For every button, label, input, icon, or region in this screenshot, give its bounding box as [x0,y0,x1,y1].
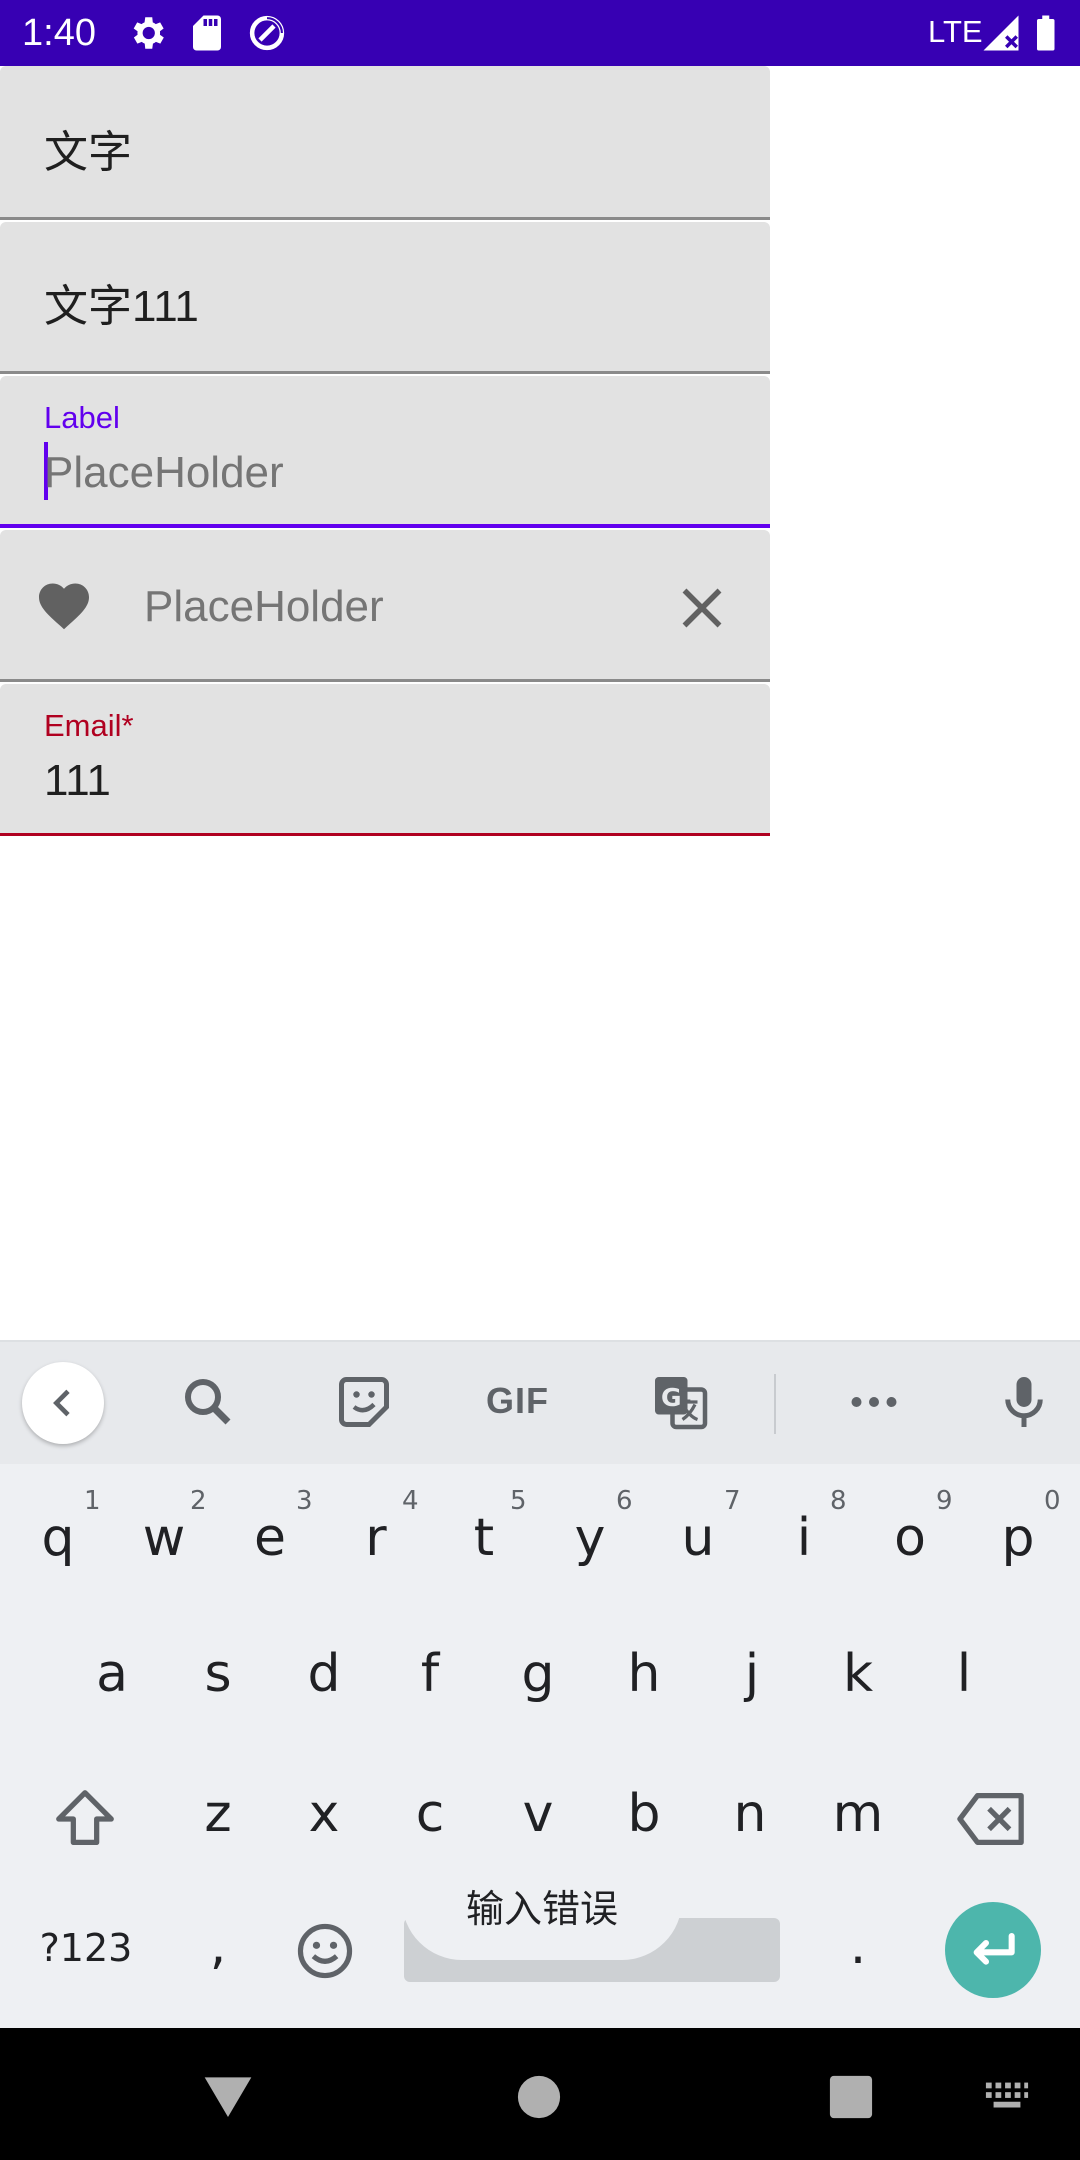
text-field-1[interactable]: 文字 [0,66,770,220]
key-r[interactable]: r [326,1508,426,1568]
key-w[interactable]: w [114,1508,214,1568]
key-i-hint: 8 [830,1486,847,1516]
key-e[interactable]: e [220,1508,320,1568]
key-n[interactable]: n [700,1784,800,1844]
key-a[interactable]: a [62,1644,162,1704]
toolbar-divider [774,1374,776,1434]
key-q[interactable]: q [8,1508,108,1568]
heart-icon [39,583,89,630]
key-w-hint: 2 [190,1486,207,1516]
home-nav-icon[interactable] [516,2074,562,2120]
text-field-label: Label [44,400,120,435]
battery-icon [1037,15,1055,51]
more-icon[interactable] [844,1372,904,1432]
key-g[interactable]: g [488,1644,588,1704]
backspace-icon[interactable] [954,1784,1030,1854]
key-r-hint: 4 [402,1486,419,1516]
key-b[interactable]: b [594,1784,694,1844]
shift-icon[interactable] [50,1784,120,1854]
key-h[interactable]: h [594,1644,694,1704]
suggestion-popup-text: 输入错误 [465,1887,618,1931]
enter-button[interactable] [945,1902,1041,1998]
text-field-placeholder-2: PlaceHolder [144,582,384,631]
search-icon[interactable] [178,1372,238,1432]
email-value: 111 [44,756,111,805]
key-t-hint: 5 [510,1486,527,1516]
signal-icon [983,15,1019,51]
sticker-icon[interactable] [334,1372,394,1432]
svg-text:G: G [661,1383,682,1412]
key-t[interactable]: t [434,1508,534,1568]
text-field-labeled[interactable]: Label PlaceHolder [0,376,770,528]
close-icon[interactable] [672,578,732,638]
text-field-with-icons[interactable]: PlaceHolder [0,530,770,682]
key-y[interactable]: y [540,1508,640,1568]
key-u[interactable]: u [648,1508,748,1568]
enter-icon [973,1932,1015,1965]
key-d[interactable]: d [274,1644,374,1704]
status-time: 1:40 [22,12,96,54]
key-s[interactable]: s [168,1644,268,1704]
key-m[interactable]: m [808,1784,908,1844]
status-bar: 1:40 LTE [0,0,1080,66]
key-y-hint: 6 [616,1486,633,1516]
toolbar-back-button[interactable] [22,1362,104,1444]
key-v[interactable]: v [488,1784,588,1844]
key-period[interactable]: . [808,1916,908,1976]
text-field-2[interactable]: 文字111 [0,222,770,374]
soft-keyboard: GIF G q 1 w 2 e 3 r 4 t 5 y 6 u 7 i 8 o … [0,1340,1080,2028]
key-q-hint: 1 [84,1486,101,1516]
key-l[interactable]: l [914,1644,1014,1704]
symbols-key[interactable]: ?123 [36,1926,136,1970]
email-field[interactable]: Email* 111 [0,684,770,836]
translate-icon[interactable]: G [650,1372,710,1432]
key-o-hint: 9 [936,1486,953,1516]
navigation-bar [0,2028,1080,2160]
network-type: LTE [928,14,983,49]
gif-icon[interactable]: GIF [486,1380,549,1422]
keyboard-toolbar: GIF G [0,1340,1080,1464]
keyboard-switch-icon[interactable] [984,2080,1030,2112]
key-f[interactable]: f [380,1644,480,1704]
settings-icon [133,17,164,49]
recents-nav-icon[interactable] [828,2074,874,2120]
suggestion-popup: 输入错误 [402,1850,682,1960]
back-nav-icon[interactable] [200,2072,256,2120]
key-j[interactable]: j [702,1644,802,1704]
key-i[interactable]: i [754,1508,854,1568]
key-p[interactable]: p [968,1508,1068,1568]
key-x[interactable]: x [274,1784,374,1844]
email-label: Email* [44,708,134,743]
mic-icon[interactable] [994,1372,1054,1432]
key-e-hint: 3 [296,1486,313,1516]
key-k[interactable]: k [808,1644,908,1704]
data-saver-icon [249,15,285,51]
text-field-1-value: 文字 [44,128,132,177]
sd-card-icon [193,15,221,51]
key-z[interactable]: z [168,1784,268,1844]
text-field-2-value: 文字111 [44,282,199,331]
key-o[interactable]: o [860,1508,960,1568]
text-field-placeholder: PlaceHolder [44,448,284,497]
key-u-hint: 7 [724,1486,741,1516]
key-comma[interactable]: , [168,1916,268,1976]
emoji-icon[interactable] [294,1920,356,1982]
back-icon [53,1389,70,1417]
key-p-hint: 0 [1044,1486,1061,1516]
key-c[interactable]: c [380,1784,480,1844]
